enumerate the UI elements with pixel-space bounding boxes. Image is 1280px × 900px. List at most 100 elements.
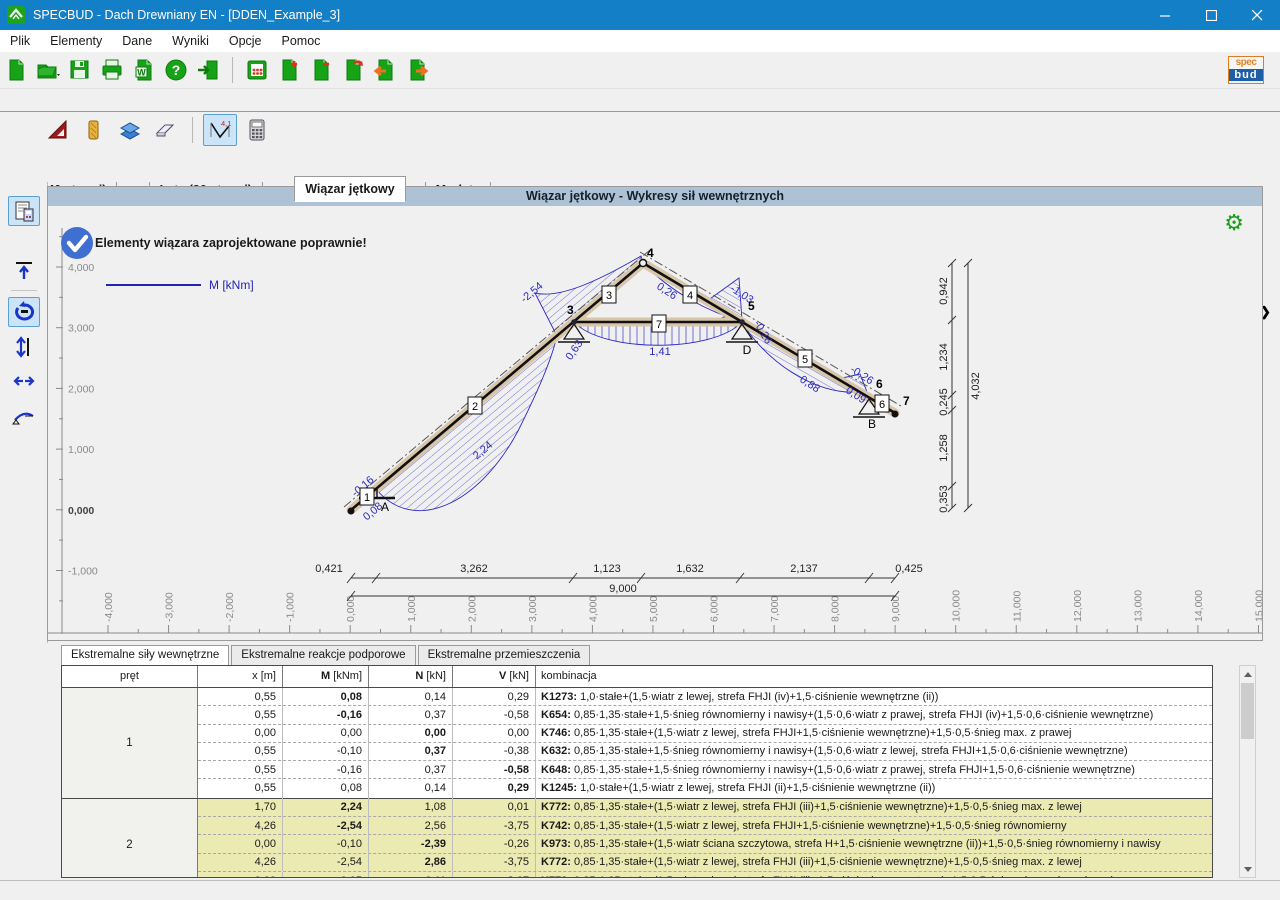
add-element-icon	[276, 57, 302, 83]
svg-text:5: 5	[748, 299, 755, 313]
fit-horizontal-icon	[11, 368, 37, 394]
fit-vertical-icon	[11, 334, 37, 360]
tab-wi-zar-j-tkowy[interactable]: Wiązar jętkowy	[294, 176, 406, 202]
print-button[interactable]	[97, 55, 127, 85]
maximize-button[interactable]	[1188, 0, 1234, 30]
timber-section-button[interactable]	[78, 115, 110, 145]
refresh-button[interactable]	[8, 297, 40, 327]
scroll-down-button[interactable]	[1240, 861, 1255, 877]
table-row[interactable]: 0,55-0,160,37-0,58K654: 0,85·1,35·stałe+…	[198, 706, 1212, 724]
cell-kombinacja: K746: 0,85·1,35·stałe+(1,5·wiatr z lewej…	[536, 724, 1212, 742]
table-row[interactable]: 4,26-2,542,56-3,75K742: 0,85·1,35·stałe+…	[198, 817, 1212, 835]
svg-text:7,000: 7,000	[769, 596, 781, 622]
svg-text:4,1: 4,1	[221, 119, 231, 128]
app-icon	[7, 6, 25, 24]
table-header: prętx [m]M [kNm]N [kN]V [kN]kombinacja	[62, 666, 1212, 688]
table-row[interactable]: 0,550,080,140,29K1245: 1,0·stałe+(1,5·wi…	[198, 779, 1212, 797]
table-row[interactable]: 0,000,000,000,00K746: 0,85·1,35·stałe+(1…	[198, 725, 1212, 743]
open-file-icon	[35, 57, 61, 83]
set-square-button[interactable]	[42, 115, 74, 145]
svg-text:1,000: 1,000	[406, 596, 418, 622]
copy-element-button[interactable]	[338, 55, 368, 85]
cell-kombinacja: K1245: 1,0·stałe+(1,5·wiatr z lewej, str…	[536, 779, 1212, 797]
close-button[interactable]	[1234, 0, 1280, 30]
eraser-button[interactable]	[150, 115, 182, 145]
col-kombinacja: kombinacja	[536, 666, 1212, 687]
table-row[interactable]: 0,55-0,100,37-0,38K632: 0,85·1,35·stałe+…	[198, 743, 1212, 761]
menu-item-wyniki[interactable]: Wyniki	[162, 30, 219, 52]
open-file-button[interactable]	[33, 55, 63, 85]
minimize-button[interactable]	[1142, 0, 1188, 30]
fit-top-button[interactable]	[9, 256, 39, 284]
next-element-button[interactable]	[402, 55, 432, 85]
diagram-title: Wiązar jętkowy - Wykresy sił wewnętrznyc…	[48, 187, 1262, 206]
exit-icon	[195, 57, 221, 83]
svg-text:5: 5	[802, 354, 808, 366]
help-icon: ?	[163, 57, 189, 83]
report-preview-button[interactable]	[8, 196, 40, 226]
prev-element-button[interactable]	[370, 55, 400, 85]
scroll-up-button[interactable]	[1240, 666, 1255, 682]
app-window: SPECBUD - Dach Drewniany EN - [DDEN_Exam…	[0, 0, 1280, 900]
menu-item-pomoc[interactable]: Pomoc	[272, 30, 331, 52]
table-row[interactable]: 1,702,241,080,01K772: 0,85·1,35·stałe+(1…	[198, 799, 1212, 817]
moment-diagram-icon: 4,1	[207, 117, 233, 143]
cell-v: -3,75	[453, 817, 536, 835]
calculator-button[interactable]	[241, 115, 273, 145]
cell-n: 2,86	[369, 853, 453, 871]
cell-v: 0,01	[453, 798, 536, 816]
cell-kombinacja: K772: 0,85·1,35·stałe+(1,5·wiatr z lewej…	[536, 853, 1212, 871]
legend-line	[106, 284, 201, 286]
fit-horizontal-button[interactable]	[9, 367, 39, 395]
table-row[interactable]: 4,26-2,542,86-3,75K772: 0,85·1,35·stałe+…	[198, 854, 1212, 872]
structure-3d-button[interactable]	[114, 115, 146, 145]
set-square-icon	[45, 117, 71, 143]
help-button[interactable]: ?	[161, 55, 191, 85]
cell-n: 0,14	[369, 779, 453, 797]
table-row[interactable]: 0,00-0,10-2,39-0,26K973: 0,85·1,35·stałe…	[198, 835, 1212, 853]
svg-text:4,000: 4,000	[68, 262, 94, 274]
report-table-button[interactable]	[242, 55, 272, 85]
deflection-button[interactable]	[9, 401, 39, 429]
export-word-button[interactable]: W	[129, 55, 159, 85]
member-rows: 1,702,241,080,01K772: 0,85·1,35·stałe+(1…	[198, 799, 1212, 878]
table-row[interactable]: 0,550,080,140,29K1273: 1,0·stałe+(1,5·wi…	[198, 688, 1212, 706]
menu-item-plik[interactable]: Plik	[0, 30, 40, 52]
table-tab-ekstremalne-si-y-wewn-trzne[interactable]: Ekstremalne siły wewnętrzne	[61, 645, 229, 667]
new-file-button[interactable]	[1, 55, 31, 85]
table-scrollbar[interactable]	[1239, 665, 1256, 878]
settings-gear-icon[interactable]: ⚙	[1224, 213, 1244, 235]
exit-button[interactable]	[193, 55, 223, 85]
menu-item-elementy[interactable]: Elementy	[40, 30, 112, 52]
remove-element-button[interactable]	[306, 55, 336, 85]
save-file-button[interactable]	[65, 55, 95, 85]
svg-text:0,353: 0,353	[938, 485, 950, 513]
svg-text:0,000: 0,000	[68, 505, 94, 517]
svg-text:3: 3	[567, 303, 574, 317]
fit-vertical-button[interactable]	[9, 333, 39, 361]
cell-kombinacja: K778: 0,85·1,35·stałe+(1,5·wiatr z lewej…	[536, 872, 1212, 878]
table-row[interactable]: 0,55-0,160,37-0,58K648: 0,85·1,35·stałe+…	[198, 761, 1212, 779]
cell-m: -2,54	[283, 817, 369, 835]
table-tab-ekstremalne-reakcje-podporowe[interactable]: Ekstremalne reakcje podporowe	[231, 645, 415, 666]
cell-kombinacja: K648: 0,85·1,35·stałe+1,5·śnieg równomie…	[536, 761, 1212, 779]
status-bar	[0, 880, 1280, 900]
scrollbar-thumb[interactable]	[1241, 683, 1254, 739]
cell-n: 0,37	[369, 742, 453, 760]
legend-label: M [kNm]	[209, 278, 254, 292]
toolbar-separator	[232, 57, 233, 83]
add-element-button[interactable]	[274, 55, 304, 85]
svg-text:?: ?	[172, 62, 181, 78]
moment-diagram-button[interactable]: 4,1	[203, 114, 237, 146]
table-tab-ekstremalne-przemieszczenia[interactable]: Ekstremalne przemieszczenia	[418, 645, 591, 666]
menu-item-opcje[interactable]: Opcje	[219, 30, 272, 52]
svg-text:-4,000: -4,000	[103, 592, 115, 622]
table-row[interactable]: 0,00-0,050,11-3,67K778: 0,85·1,35·stałe+…	[198, 872, 1212, 878]
ok-check-icon	[60, 226, 94, 260]
col-n: N [kN]	[369, 666, 453, 687]
svg-text:15,000: 15,000	[1253, 590, 1262, 622]
cell-x: 0,55	[198, 742, 283, 760]
cell-x: 4,26	[198, 817, 283, 835]
svg-text:2,000: 2,000	[466, 596, 478, 622]
menu-item-dane[interactable]: Dane	[112, 30, 162, 52]
